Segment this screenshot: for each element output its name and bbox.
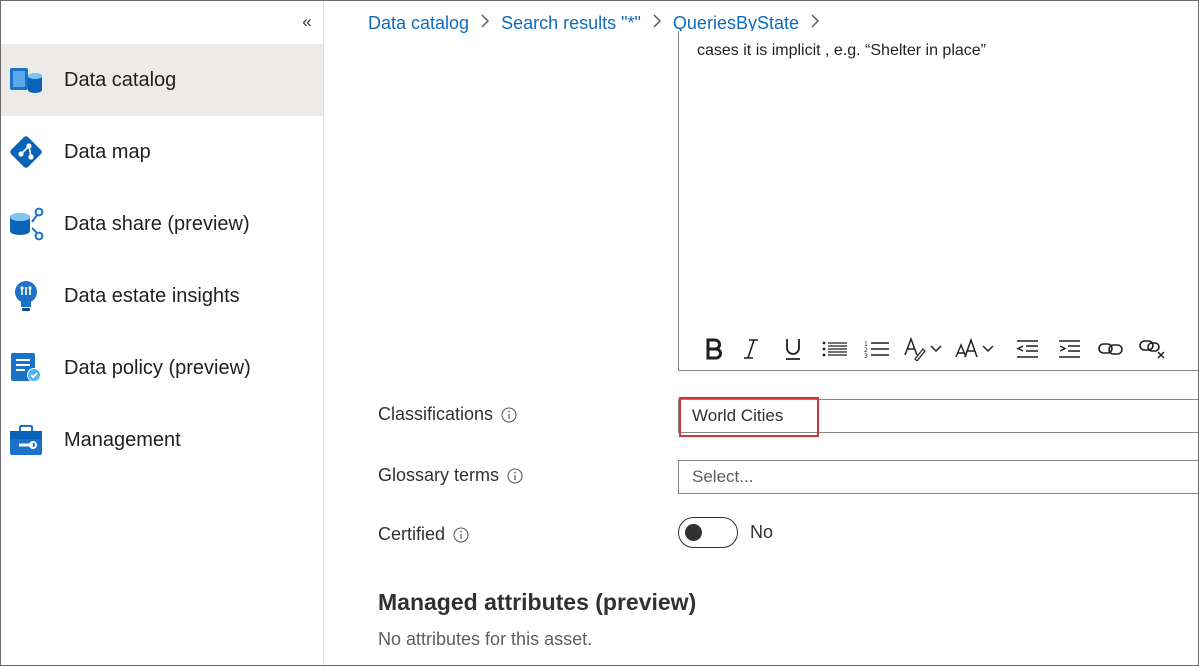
italic-icon[interactable] xyxy=(730,335,772,363)
sidebar-item-label: Data map xyxy=(64,140,151,163)
breadcrumb-item-search-results[interactable]: Search results "*" xyxy=(501,13,641,34)
sidebar-item-data-map[interactable]: Data map xyxy=(1,116,323,188)
link-icon[interactable] xyxy=(1090,335,1132,363)
sidebar-item-label: Data share (preview) xyxy=(64,212,250,235)
chevron-right-icon xyxy=(480,13,490,33)
data-policy-icon xyxy=(6,348,46,388)
numbered-list-icon[interactable]: 123 xyxy=(856,335,898,363)
annotation-highlight-box xyxy=(679,397,819,437)
svg-text:3: 3 xyxy=(864,353,868,358)
chevron-right-icon xyxy=(810,13,820,33)
sidebar-item-data-catalog[interactable]: Data catalog xyxy=(1,44,323,116)
classifications-label: Classifications xyxy=(378,404,517,425)
sidebar-item-label: Data policy (preview) xyxy=(64,356,251,379)
lightbulb-icon xyxy=(6,276,46,316)
toggle-knob xyxy=(685,524,702,541)
glossary-terms-label: Glossary terms xyxy=(378,465,523,486)
sidebar-item-data-share[interactable]: Data share (preview) xyxy=(1,188,323,260)
data-catalog-icon xyxy=(6,60,46,100)
managed-attributes-heading: Managed attributes (preview) xyxy=(378,589,697,615)
sidebar-item-label: Data catalog xyxy=(64,68,177,91)
sidebar: « Data catalog Data map Data share (prev… xyxy=(1,1,324,665)
data-map-icon xyxy=(6,132,46,172)
breadcrumb-item-data-catalog[interactable]: Data catalog xyxy=(368,13,469,34)
font-size-icon[interactable] xyxy=(952,335,1006,363)
chevron-right-icon xyxy=(652,13,662,33)
description-editor[interactable]: cases it is implicit , e.g. “Shelter in … xyxy=(678,31,1198,371)
underline-icon[interactable] xyxy=(772,335,814,363)
info-icon[interactable] xyxy=(507,467,523,484)
glossary-terms-select[interactable]: Select... xyxy=(678,460,1198,494)
editor-text[interactable]: cases it is implicit , e.g. “Shelter in … xyxy=(697,42,986,60)
glossary-placeholder: Select... xyxy=(692,467,754,486)
certified-label: Certified xyxy=(378,524,469,545)
certified-state-text: No xyxy=(750,522,774,542)
data-share-icon xyxy=(6,204,46,244)
collapse-sidebar-button[interactable]: « xyxy=(294,11,318,35)
font-color-icon[interactable] xyxy=(898,335,952,363)
remove-link-icon[interactable] xyxy=(1132,335,1174,363)
editor-toolbar: 123 xyxy=(697,335,1174,363)
info-icon[interactable] xyxy=(501,406,517,423)
sidebar-item-label: Management xyxy=(64,428,181,451)
managed-attributes-empty-text: No attributes for this asset. xyxy=(378,629,593,649)
sidebar-item-data-estate-insights[interactable]: Data estate insights xyxy=(1,260,323,332)
info-icon[interactable] xyxy=(453,526,469,543)
bold-icon[interactable] xyxy=(697,335,730,363)
increase-indent-icon[interactable] xyxy=(1048,335,1090,363)
sidebar-item-data-policy[interactable]: Data policy (preview) xyxy=(1,332,323,404)
bullet-list-icon[interactable] xyxy=(814,335,856,363)
app-window: « Data catalog Data map Data share (prev… xyxy=(0,0,1199,666)
certified-toggle[interactable] xyxy=(678,517,738,548)
sidebar-item-management[interactable]: Management xyxy=(1,404,323,476)
sidebar-item-label: Data estate insights xyxy=(64,284,240,307)
decrease-indent-icon[interactable] xyxy=(1006,335,1048,363)
toolbox-icon xyxy=(6,420,46,460)
